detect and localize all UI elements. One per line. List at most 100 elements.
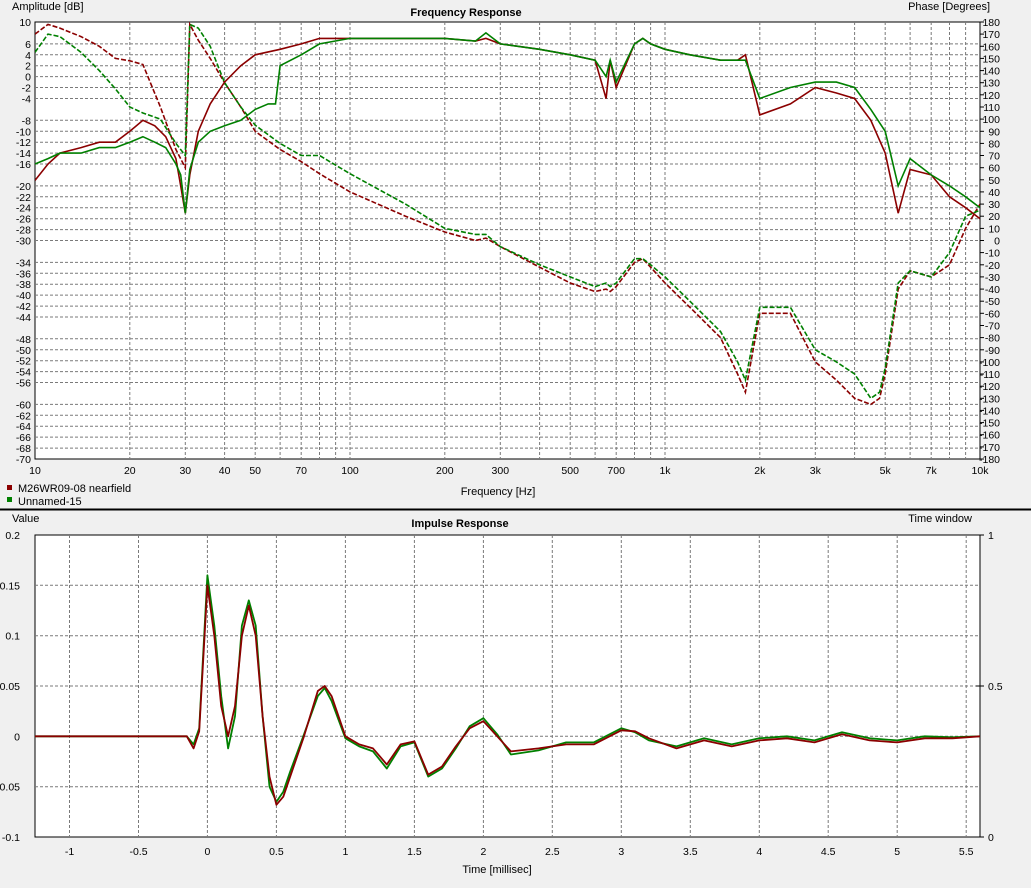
fr-y2-tick-22: -40	[985, 284, 1000, 296]
impulse-response-chart[interactable]: -1 -0.5 0 0.5 1 1.5 2 2.5 3 3.5 4 4.5 5 5.5 0.20.150.…	[0, 513, 1003, 876]
ir-x-tick-labels: -1 -0.5 0 0.5 1 1.5 2 2.5 3 3.5 4 4.5 5 5.5	[65, 846, 974, 858]
ir-y-tick-1: 0.15	[0, 580, 20, 592]
fr-y2-tick-10: 80	[988, 138, 1000, 150]
ir-y-tick-6: -0.1	[2, 832, 20, 844]
frequency-response-chart[interactable]: 10 20 30 40 50 70 100 200 300 500 700 1k 2k 3k 5k 7k 10k…	[7, 1, 1000, 508]
fr-y2-tick-9: 90	[988, 126, 1000, 138]
fr-y-tick-6: -4	[22, 94, 31, 106]
fr-y2-tick-5: 130	[982, 78, 1000, 90]
fr-y2-tick-33: -150	[979, 418, 1000, 430]
fr-y2-tick-labels: 1801701601501401301201101009080706050403…	[979, 17, 1000, 466]
fr-y2-tick-34: -160	[979, 430, 1000, 442]
fr-y2-tick-20: -20	[985, 260, 1000, 272]
fr-x-tick-13: 3k	[810, 465, 822, 477]
fr-x-tick-12: 2k	[754, 465, 766, 477]
measurement-window: 10 20 30 40 50 70 100 200 300 500 700 1k 2k 3k 5k 7k 10k…	[0, 1, 1031, 876]
ir-y2-tick-2: 0	[988, 832, 994, 844]
ir-title: Impulse Response	[411, 518, 508, 530]
fr-y2-tick-31: -130	[979, 393, 1000, 405]
ir-x-tick-11: 4.5	[821, 846, 836, 858]
ir-x-tick-5: 1.5	[407, 846, 422, 858]
fr-y2-tick-4: 140	[982, 66, 1000, 78]
ir-x-tick-3: 0.5	[269, 846, 284, 858]
fr-y2-tick-27: -90	[985, 345, 1000, 357]
ir-y-tick-2: 0.1	[5, 631, 20, 643]
legend-entry-red: M26WR09-08 nearfield	[18, 483, 131, 495]
fr-y-tick-28: -56	[16, 378, 31, 390]
fr-title: Frequency Response	[410, 7, 521, 19]
fr-x-tick-7: 200	[436, 465, 454, 477]
fr-x-axis-label: Frequency [Hz]	[461, 486, 536, 498]
fr-x-tick-labels: 10 20 30 40 50 70 100 200 300 500 700 1k 2k 3k 5k 7k 10k	[29, 465, 989, 477]
ir-x-tick-12: 5	[894, 846, 900, 858]
ir-y-tick-labels: 0.2 0.15 0.1 0.05 0 -0.05 -0.1	[0, 530, 20, 844]
ir-x-tick-8: 3	[618, 846, 624, 858]
ir-y-tick-5: -0.05	[0, 782, 20, 794]
ir-y-tick-4: 0	[14, 731, 20, 743]
fr-y2-tick-18: 0	[994, 236, 1000, 248]
ir-x-tick-4: 1	[342, 846, 348, 858]
fr-x-tick-2: 30	[179, 465, 191, 477]
ir-y-axis-label: Value	[12, 513, 39, 525]
legend-swatch-red	[7, 485, 12, 490]
ir-x-tick-6: 2	[480, 846, 486, 858]
ir-x-tick-0: -1	[65, 846, 74, 858]
legend-entry-green: Unnamed-15	[18, 496, 82, 508]
fr-y-tick-11: -16	[16, 159, 31, 171]
fr-y2-tick-23: -50	[985, 296, 1000, 308]
fr-y2-tick-12: 60	[988, 163, 1000, 175]
fr-y2-tick-7: 110	[983, 102, 1000, 114]
fr-y2-tick-32: -140	[979, 405, 1000, 417]
fr-y2-tick-1: 170	[982, 29, 1000, 41]
ir-y-tick-3: 0.05	[0, 681, 20, 693]
ir-y-tick-0: 0.2	[5, 530, 20, 542]
fr-y2-tick-28: -100	[979, 357, 1000, 369]
fr-y2-tick-16: 20	[988, 211, 1000, 223]
ir-y2-axis-label: Time window	[908, 513, 972, 525]
fr-y2-tick-26: -80	[985, 333, 1000, 345]
fr-y2-tick-8: 100	[982, 114, 1000, 126]
ir-x-axis-label: Time [millisec]	[462, 864, 531, 876]
ir-x-tick-7: 2.5	[545, 846, 560, 858]
fr-y2-tick-2: 160	[982, 41, 1000, 53]
fr-x-tick-14: 5k	[880, 465, 892, 477]
fr-y2-tick-11: 70	[988, 151, 1000, 163]
fr-x-tick-1: 20	[124, 465, 136, 477]
fr-y2-tick-36: -180	[979, 454, 1000, 466]
fr-y2-tick-25: -70	[985, 321, 1000, 333]
fr-x-tick-10: 700	[607, 465, 625, 477]
fr-x-tick-9: 500	[561, 465, 579, 477]
ir-y2-tick-1: 0.5	[988, 681, 1003, 693]
fr-x-tick-8: 300	[492, 465, 510, 477]
fr-x-tick-15: 7k	[926, 465, 938, 477]
fr-y-tick-labels: 106420-2-4-8-10-12-14-16-20-22-24-26-28-…	[16, 17, 31, 466]
fr-y2-tick-30: -120	[979, 381, 1000, 393]
fr-y2-tick-15: 30	[988, 199, 1000, 211]
fr-y2-tick-3: 150	[982, 53, 1000, 65]
fr-y-tick-23: -44	[16, 312, 31, 324]
fr-x-tick-6: 100	[341, 465, 359, 477]
fr-y-tick-0: 10	[19, 17, 31, 29]
fr-y2-tick-6: 120	[982, 90, 1000, 102]
fr-y2-tick-24: -60	[985, 308, 1000, 320]
fr-x-tick-4: 50	[249, 465, 261, 477]
fr-y2-tick-19: -10	[985, 248, 1000, 260]
fr-x-tick-3: 40	[219, 465, 231, 477]
fr-y2-tick-14: 40	[988, 187, 1000, 199]
fr-y2-tick-0: 180	[982, 17, 1000, 29]
fr-x-tick-16: 10k	[972, 465, 990, 477]
fr-y-tick-34: -70	[16, 454, 31, 466]
ir-y2-tick-0: 1	[988, 530, 994, 542]
ir-x-tick-10: 4	[756, 846, 762, 858]
fr-legend: M26WR09-08 nearfield Unnamed-15	[7, 483, 131, 508]
legend-swatch-green	[7, 497, 12, 502]
fr-y-axis-label: Amplitude [dB]	[12, 1, 84, 13]
fr-x-tick-0: 10	[29, 465, 41, 477]
fr-y2-tick-21: -30	[985, 272, 1000, 284]
fr-y2-tick-29: -110	[980, 369, 1000, 381]
ir-x-tick-13: 5.5	[959, 846, 974, 858]
fr-y-tick-17: -30	[16, 236, 31, 248]
fr-x-tick-11: 1k	[659, 465, 671, 477]
ir-x-tick-9: 3.5	[683, 846, 698, 858]
ir-x-tick-1: -0.5	[129, 846, 147, 858]
